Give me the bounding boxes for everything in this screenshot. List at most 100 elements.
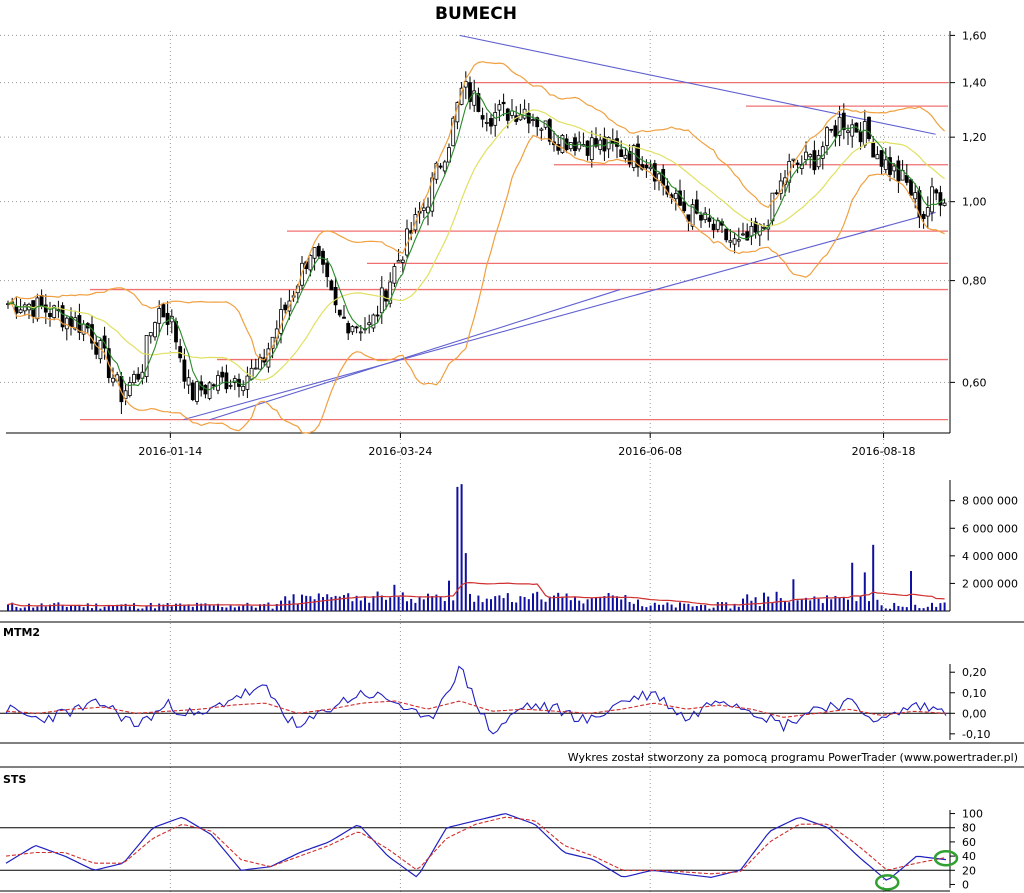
volume-bar [23,607,26,611]
y-tick-label: -0,10 [962,728,990,741]
candle-body [153,322,157,338]
volume-bar [716,602,719,611]
candle-body [547,119,552,142]
candle-body [165,312,170,325]
volume-bar [918,608,921,611]
volume-bar [431,596,434,611]
y-tick-label: 0 [962,878,969,891]
volume-bar [532,593,534,611]
volume-bar [506,593,509,611]
y-tick-label: 1,40 [962,77,987,90]
volume-bar [750,600,753,611]
volume-bar [901,606,904,611]
volume-bar [44,606,47,611]
volume-bar [935,606,938,611]
candle-body [342,316,346,319]
volume-bar [519,596,522,611]
candle-body [375,314,380,317]
volume-bar [494,596,497,611]
volume-bar [536,591,539,611]
candle-body [867,116,871,140]
candle-body [157,308,162,324]
volume-bar [141,608,144,611]
candle-body [741,233,745,236]
candle-body [631,145,636,168]
candle-body [644,164,649,169]
candle-body [736,239,741,242]
candle-body [804,151,808,161]
volume-bar [28,603,30,611]
x-tick-label: 2016-03-24 [368,445,432,458]
volume-bar [65,606,68,611]
candle-body [728,240,733,243]
volume-bar [502,598,505,611]
volume-bar [729,608,732,611]
candle-body [850,124,855,137]
volume-bar [847,599,849,611]
volume-bar [611,595,614,611]
volume-bar [19,608,22,611]
candle-body [442,161,447,172]
volume-bar [99,608,102,611]
volume-bar [649,605,652,611]
candle-body [249,367,254,380]
volume-bar [763,592,765,611]
volume-bar [687,603,690,611]
volume-bar [485,598,488,611]
candle-body [489,118,493,127]
volume-bar [443,601,446,611]
mtm2-label: MTM2 [3,626,40,639]
volume-bar [662,604,665,611]
volume-bar [876,599,879,611]
volume-bar [767,596,770,611]
candle-body [589,137,594,160]
candle-body [875,154,880,160]
volume-bar [838,597,841,611]
volume-bar [725,602,728,611]
volume-bar [427,593,429,611]
volume-bar [460,484,463,611]
volume-bar [607,593,610,611]
candle-body [161,304,166,318]
candle-body [358,331,363,334]
candle-body [757,224,762,236]
candle-body [858,130,863,143]
y-tick-label: 1,00 [962,196,987,209]
candle-body [883,159,888,170]
candle-body [724,228,729,241]
volume-bar [880,605,883,611]
volume-bar [800,599,803,611]
volume-bar [464,553,467,611]
candle-body [825,127,829,146]
candle-body [400,259,405,263]
candle-body [573,137,577,152]
candle-body [829,128,834,131]
candle-body [283,304,288,311]
volume-bar [242,605,245,611]
volume-bar [254,607,257,611]
candle-body [808,154,813,158]
volume-bar [481,602,484,611]
volume-bar [343,595,345,611]
volume-bar [805,597,807,611]
candle-body [568,142,573,150]
volume-bar [910,571,912,611]
volume-bar [809,600,812,611]
volume-bar [439,596,442,611]
candle-body [64,317,69,330]
volume-bar [893,602,896,611]
volume-bar [313,599,316,611]
candle-body [421,207,426,211]
candle-body [892,165,897,172]
volume-bar [691,606,694,611]
candle-body [673,193,678,200]
volume-bar [527,599,530,611]
volume-bar [158,603,161,611]
volume-bar [863,572,866,611]
candle-body [732,238,737,245]
volume-bar [490,599,492,611]
candle-body [648,166,653,170]
volume-bar [574,596,576,611]
candle-body [661,169,666,186]
volume-bar [712,607,715,611]
